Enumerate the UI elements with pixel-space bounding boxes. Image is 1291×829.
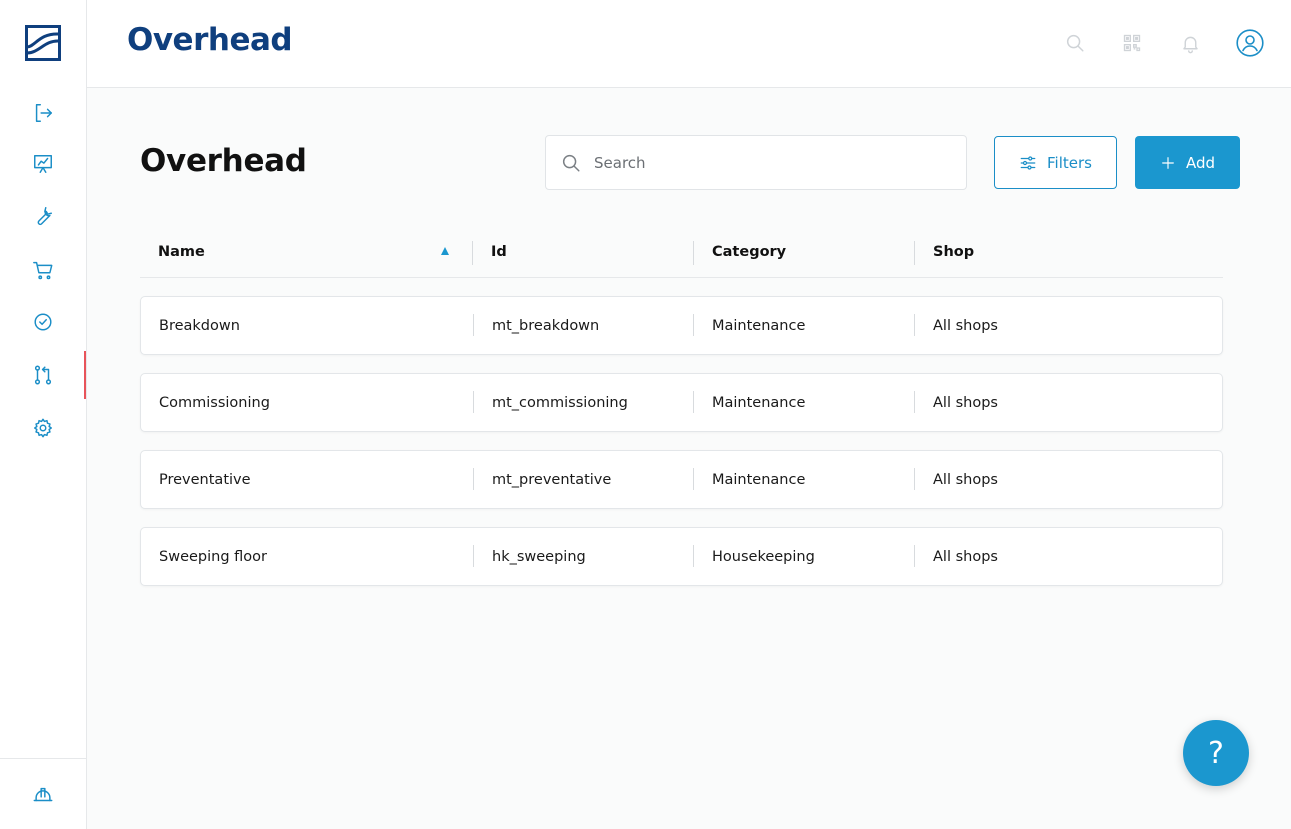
cell-id: mt_commissioning: [492, 394, 628, 411]
qr-code-icon: [1123, 34, 1141, 52]
cell-divider: [914, 391, 915, 413]
sidebar-item-dashboard[interactable]: [0, 140, 86, 188]
search-icon: [1066, 34, 1084, 52]
column-header-category[interactable]: Category: [712, 226, 786, 278]
cell-name: Sweeping floor: [159, 548, 267, 565]
sliders-icon: [1020, 155, 1036, 170]
table-header: Name Id Category Shop: [140, 226, 1223, 278]
bell-icon: [1182, 36, 1198, 53]
cell-category: Maintenance: [712, 317, 806, 334]
table-row[interactable]: Breakdown mt_breakdown Maintenance All s…: [140, 296, 1223, 355]
cell-divider: [914, 545, 915, 567]
cell-category: Housekeeping: [712, 548, 815, 565]
sidebar-item-overhead[interactable]: [0, 351, 86, 399]
top-header: Overhead: [87, 0, 1291, 88]
logout-icon: [35, 104, 52, 122]
cell-name: Commissioning: [159, 394, 270, 411]
app-logo[interactable]: [25, 25, 61, 61]
sidebar-item-logout[interactable]: [0, 89, 86, 137]
table-row[interactable]: Sweeping floor hk_sweeping Housekeeping …: [140, 527, 1223, 586]
cell-divider: [914, 314, 915, 336]
user-profile-button[interactable]: [1236, 29, 1264, 57]
column-header-id[interactable]: Id: [491, 226, 507, 278]
cell-divider: [473, 545, 474, 567]
app-title: Overhead: [127, 22, 293, 58]
cell-divider: [693, 314, 694, 336]
sidebar-item-settings[interactable]: [0, 404, 86, 452]
search-input[interactable]: [594, 136, 954, 189]
wrench-icon: [37, 207, 52, 226]
cell-divider: [473, 314, 474, 336]
cell-id: mt_breakdown: [492, 317, 600, 334]
sidebar-item-orders[interactable]: [0, 246, 86, 294]
column-header-name[interactable]: Name: [158, 226, 205, 278]
cell-shop: All shops: [933, 471, 998, 488]
sidebar-item-maintenance[interactable]: [0, 192, 86, 240]
gear-icon: [34, 418, 52, 438]
global-search-button[interactable]: [1061, 29, 1089, 57]
search-icon: [562, 154, 580, 172]
user-avatar-icon: [1236, 29, 1264, 57]
search-field-icon-wrap: [546, 136, 582, 189]
flow-branch-icon: [34, 365, 52, 385]
qr-code-button[interactable]: [1118, 29, 1146, 57]
logo-icon: [25, 25, 61, 61]
cell-divider: [914, 468, 915, 490]
table-row[interactable]: Preventative mt_preventative Maintenance…: [140, 450, 1223, 509]
sidebar-item-tasks[interactable]: [0, 298, 86, 346]
filters-button[interactable]: Filters: [994, 136, 1117, 189]
help-button[interactable]: ?: [1183, 720, 1249, 786]
sidebar: [0, 0, 87, 829]
cell-id: mt_preventative: [492, 471, 612, 488]
cell-divider: [693, 391, 694, 413]
sidebar-item-workers[interactable]: [0, 771, 86, 819]
cell-id: hk_sweeping: [492, 548, 586, 565]
page-title: Overhead: [140, 143, 307, 179]
sort-ascending-icon[interactable]: [441, 247, 449, 255]
search-field[interactable]: [545, 135, 967, 190]
cell-category: Maintenance: [712, 471, 806, 488]
column-divider[interactable]: [693, 241, 694, 265]
cell-divider: [473, 468, 474, 490]
add-button[interactable]: Add: [1135, 136, 1240, 189]
filters-label: Filters: [1047, 153, 1092, 172]
cell-shop: All shops: [933, 548, 998, 565]
cell-divider: [693, 468, 694, 490]
sidebar-footer: [0, 758, 86, 829]
cell-name: Preventative: [159, 471, 251, 488]
table-row[interactable]: Commissioning mt_commissioning Maintenan…: [140, 373, 1223, 432]
cell-shop: All shops: [933, 394, 998, 411]
cart-icon: [33, 261, 53, 280]
plus-icon: [1162, 156, 1174, 169]
presentation-chart-icon: [34, 155, 52, 173]
check-circle-icon: [34, 313, 52, 331]
notifications-button[interactable]: [1176, 29, 1204, 57]
cell-name: Breakdown: [159, 317, 240, 334]
hard-hat-icon: [33, 787, 53, 802]
cell-divider: [473, 391, 474, 413]
column-divider[interactable]: [914, 241, 915, 265]
cell-category: Maintenance: [712, 394, 806, 411]
column-divider[interactable]: [472, 241, 473, 265]
cell-shop: All shops: [933, 317, 998, 334]
column-header-shop[interactable]: Shop: [933, 226, 974, 278]
cell-divider: [693, 545, 694, 567]
add-label: Add: [1185, 153, 1216, 172]
